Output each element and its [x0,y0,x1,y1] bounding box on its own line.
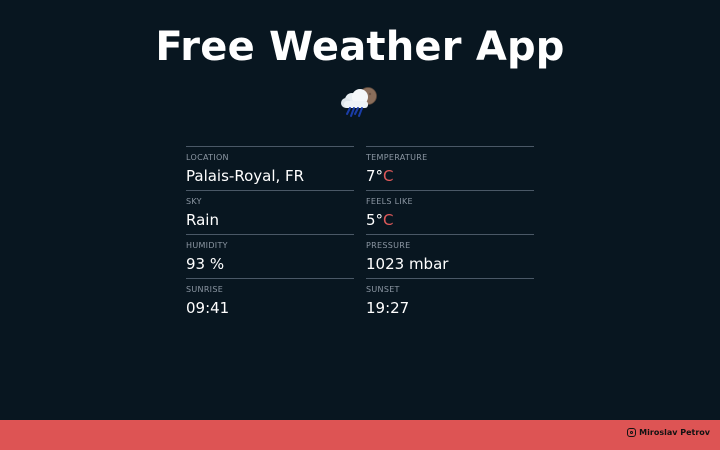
temperature-label: Temperature [366,153,428,162]
pressure-cell: Pressure 1023 mbar [366,234,534,278]
sunset-label: Sunset [366,285,400,294]
temperature-value: 7°C [366,165,534,187]
feels-like-unit: C [383,211,394,229]
sunset-cell: Sunset 19:27 [366,278,534,322]
pressure-label: Pressure [366,241,411,250]
location-value: Palais-Royal, FR [186,167,305,185]
humidity-value: 93 % [186,255,225,273]
sky-cell: Sky Rain [186,190,354,234]
instagram-icon [627,428,637,437]
pressure-value: 1023 mbar [366,255,449,273]
sunrise-value: 09:41 [186,299,230,317]
author-name: Miroslav Petrov [639,428,710,437]
location-cell: Location Palais-Royal, FR [186,146,354,190]
humidity-cell: Humidity 93 % [186,234,354,278]
weather-app-page: Free Weather App Location Palais-Royal, … [0,0,720,450]
temperature-unit: C [383,167,394,185]
sunrise-cell: Sunrise 09:41 [186,278,354,322]
sunset-value: 19:27 [366,299,410,317]
author-link[interactable]: Miroslav Petrov [627,428,710,437]
sky-value: Rain [186,211,219,229]
feels-like-label: Feels like [366,197,413,206]
temperature-number: 7° [366,167,384,185]
humidity-label: Humidity [186,241,228,250]
feels-like-cell: Feels like 5°C [366,190,534,234]
location-label: Location [186,153,229,162]
sunrise-label: Sunrise [186,285,224,294]
footer-bar: Miroslav Petrov [0,420,720,450]
feels-like-value: 5°C [366,209,534,231]
weather-details-grid: Location Palais-Royal, FR Temperature 7°… [186,146,534,322]
rain-cloud-moon-icon [341,87,377,117]
feels-like-number: 5° [366,211,384,229]
temperature-cell: Temperature 7°C [366,146,534,190]
page-title: Free Weather App [155,24,565,70]
sky-label: Sky [186,197,202,206]
